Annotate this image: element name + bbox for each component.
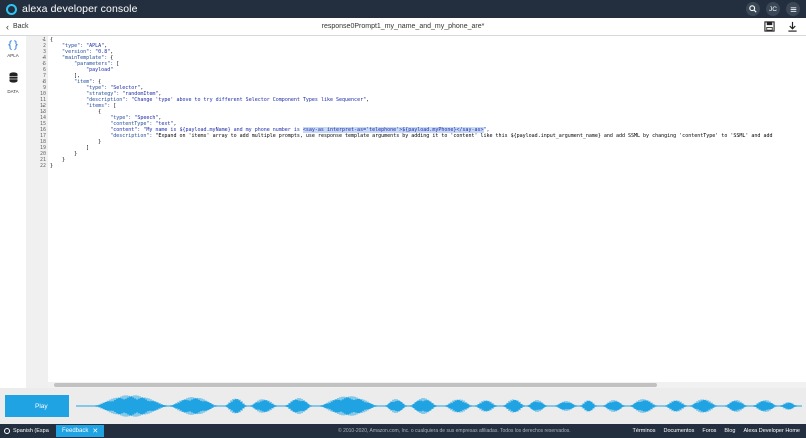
top-bar: alexa developer console JC: [0, 0, 806, 18]
copyright-text: © 2010-2020, Amazon.com, Inc. o cualquie…: [338, 428, 571, 434]
save-icon[interactable]: [764, 21, 775, 32]
app-title: alexa developer console: [22, 3, 138, 15]
database-icon: [9, 70, 18, 88]
footer-link-forums[interactable]: Foros: [702, 428, 716, 434]
code-editor[interactable]: [48, 36, 806, 388]
chevron-left-icon: ‹: [6, 21, 9, 32]
user-avatar[interactable]: JC: [766, 2, 780, 16]
editor-toolbar: ‹ Back response0Prompt1_my_name_and_my_p…: [0, 18, 806, 36]
fold-toggle-icon[interactable]: ▾: [42, 109, 44, 114]
footer-link-blog[interactable]: Blog: [724, 428, 735, 434]
audio-waveform[interactable]: [76, 392, 802, 420]
waveform-path: [95, 395, 797, 417]
play-button[interactable]: Play: [5, 395, 69, 417]
footer-link-docs[interactable]: Documentos: [663, 428, 694, 434]
fold-toggle-icon[interactable]: ▾: [42, 79, 44, 84]
audio-player: Play: [0, 388, 806, 424]
document-title: response0Prompt1_my_name_and_my_phone_ar…: [321, 23, 485, 30]
sidebar-item-label: APLA: [7, 53, 19, 58]
menu-icon[interactable]: [786, 2, 800, 16]
footer-link-home[interactable]: Alexa Developer Home: [743, 428, 800, 434]
fold-toggle-icon[interactable]: ▾: [42, 61, 44, 66]
toolbar-actions: [764, 21, 798, 32]
fold-toggle-icon[interactable]: ▾: [42, 103, 44, 108]
sidebar-item-apla[interactable]: {} APLA: [0, 40, 26, 66]
top-right-controls: JC: [746, 2, 800, 16]
alexa-logo-icon: [6, 3, 17, 15]
sidebar-item-label: DATA: [7, 89, 19, 94]
sidebar-item-data[interactable]: DATA: [0, 70, 26, 96]
fold-toggle-icon[interactable]: ▾: [42, 55, 44, 60]
scrollbar-thumb[interactable]: [54, 383, 657, 387]
search-icon[interactable]: [746, 2, 760, 16]
footer-link-terms[interactable]: Términos: [633, 428, 656, 434]
language-label: Spanish (Espa: [13, 428, 49, 434]
code-line[interactable]: }: [50, 163, 53, 169]
braces-icon: {}: [6, 40, 20, 51]
footer: Spanish (Espa Feedback ✕ © 2010-2020, Am…: [0, 424, 806, 438]
feedback-button[interactable]: Feedback ✕: [56, 425, 105, 437]
sidebar: {} APLA DATA: [0, 36, 26, 388]
language-selector[interactable]: Spanish (Espa: [4, 428, 49, 434]
back-label: Back: [13, 23, 29, 30]
footer-links: Términos Documentos Foros Blog Alexa Dev…: [633, 428, 800, 434]
code-line[interactable]: "description": "Expand on 'items' array …: [50, 133, 772, 139]
download-icon[interactable]: [787, 21, 798, 32]
close-icon[interactable]: ✕: [92, 427, 98, 435]
fold-toggle-icon[interactable]: ▾: [42, 37, 44, 42]
globe-icon: [4, 428, 10, 434]
line-number: 22: [39, 163, 46, 169]
back-button[interactable]: ‹ Back: [6, 22, 29, 32]
feedback-label: Feedback: [62, 428, 89, 434]
